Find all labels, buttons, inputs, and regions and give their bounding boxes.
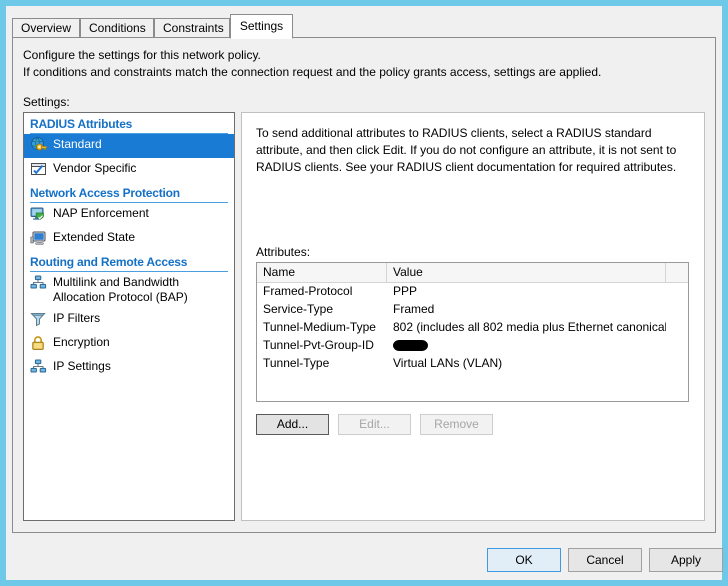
table-row[interactable]: Tunnel-Type Virtual LANs (VLAN): [257, 355, 688, 373]
tab-overview[interactable]: Overview: [12, 18, 80, 38]
tab-overview-label: Overview: [21, 21, 72, 35]
column-header-extra[interactable]: [666, 263, 688, 282]
tree-item-multilink-bap[interactable]: Multilink and Bandwidth Allocation Proto…: [24, 272, 234, 308]
padlock-icon: [30, 335, 50, 351]
tab-constraints-label: Constraints: [163, 21, 224, 35]
table-header-row: Name Value: [257, 263, 688, 283]
attributes-label-text: Attributes:: [256, 245, 311, 259]
tree-item-nap-enforcement[interactable]: NAP Enforcement: [24, 203, 234, 227]
network-nodes-icon: [30, 359, 50, 375]
cell-name: Service-Type: [263, 302, 334, 316]
remove-button-label: Remove: [434, 417, 479, 431]
tree-item-extended-state[interactable]: Extended State: [24, 227, 234, 251]
tree-group-label: Network Access Protection: [30, 186, 180, 200]
tree-item-label: Vendor Specific: [53, 161, 137, 175]
settings-tree[interactable]: RADIUS Attributes Standard Vendor Specif…: [23, 112, 235, 521]
cell-value: Framed: [393, 302, 435, 316]
edit-button-label: Edit...: [359, 417, 390, 431]
cell-value: 802 (includes all 802 media plus Etherne…: [393, 320, 666, 334]
tree-item-label: Multilink and Bandwidth Allocation Proto…: [53, 275, 188, 304]
table-row[interactable]: Tunnel-Pvt-Group-ID: [257, 337, 688, 355]
funnel-icon: [30, 311, 50, 327]
tree-item-ip-settings[interactable]: IP Settings: [24, 356, 234, 380]
panel-description: To send additional attributes to RADIUS …: [256, 126, 677, 174]
cell-value-redacted: [387, 337, 666, 355]
tree-item-label: IP Settings: [53, 359, 111, 373]
tree-item-label: IP Filters: [53, 311, 101, 325]
cancel-button-label: Cancel: [586, 553, 624, 567]
tab-constraints[interactable]: Constraints: [154, 18, 230, 38]
attributes-label: Attributes:: [256, 245, 310, 259]
ok-button[interactable]: OK: [487, 548, 561, 572]
table-row[interactable]: Framed-Protocol PPP: [257, 283, 688, 301]
table-row[interactable]: Service-Type Framed: [257, 301, 688, 319]
tab-settings-label: Settings: [239, 19, 284, 33]
tree-group-label: RADIUS Attributes: [30, 117, 133, 131]
tab-conditions[interactable]: Conditions: [80, 18, 154, 38]
tree-item-label: NAP Enforcement: [53, 206, 149, 220]
tree-group-radius-attributes: RADIUS Attributes: [30, 113, 228, 134]
tree-item-standard[interactable]: Standard: [24, 134, 234, 158]
cancel-button[interactable]: Cancel: [568, 548, 642, 572]
ok-button-label: OK: [515, 553, 533, 567]
tree-item-label: Standard: [53, 137, 102, 151]
settings-label: Settings:: [23, 95, 70, 109]
add-button-label: Add...: [276, 417, 309, 431]
tree-item-vendor-specific[interactable]: Vendor Specific: [24, 158, 234, 182]
redaction-mark: [393, 340, 428, 351]
monitor-blue-icon: [30, 230, 50, 246]
cell-value: PPP: [393, 284, 418, 298]
tree-item-ip-filters[interactable]: IP Filters: [24, 308, 234, 332]
settings-tab-panel: Configure the settings for this network …: [12, 37, 716, 533]
column-header-name[interactable]: Name: [257, 263, 387, 282]
intro-text: Configure the settings for this network …: [23, 47, 693, 81]
table-row[interactable]: Tunnel-Medium-Type 802 (includes all 802…: [257, 319, 688, 337]
tab-conditions-label: Conditions: [89, 21, 146, 35]
tree-item-label: Extended State: [53, 230, 136, 244]
cell-name: Tunnel-Type: [263, 356, 330, 370]
monitor-shield-icon: [30, 206, 50, 222]
edit-button[interactable]: Edit...: [338, 414, 411, 435]
network-nodes-icon: [30, 275, 50, 291]
tree-group-network-access-protection: Network Access Protection: [30, 182, 228, 203]
cell-name: Framed-Protocol: [263, 284, 353, 298]
apply-button[interactable]: Apply: [649, 548, 723, 572]
tree-group-label: Routing and Remote Access: [30, 255, 188, 269]
standard-attributes-panel: To send additional attributes to RADIUS …: [241, 112, 705, 521]
column-header-value[interactable]: Value: [387, 263, 666, 282]
remove-button[interactable]: Remove: [420, 414, 493, 435]
window-check-icon: [30, 161, 50, 177]
intro-line-1: Configure the settings for this network …: [23, 48, 261, 62]
add-button[interactable]: Add...: [256, 414, 329, 435]
cell-name: Tunnel-Medium-Type: [263, 320, 376, 334]
cell-value: Virtual LANs (VLAN): [393, 356, 503, 370]
cell-name: Tunnel-Pvt-Group-ID: [263, 338, 374, 352]
globe-key-icon: [30, 137, 50, 153]
tree-item-label: Encryption: [53, 335, 110, 349]
apply-button-label: Apply: [670, 553, 702, 567]
attributes-table[interactable]: Name Value Framed-Protocol PPP Service-T…: [256, 262, 689, 402]
tree-item-encryption[interactable]: Encryption: [24, 332, 234, 356]
network-policy-properties-window: Overview Conditions Constraints Settings…: [6, 6, 723, 580]
tree-group-routing-and-remote-access: Routing and Remote Access: [30, 251, 228, 272]
intro-line-2: If conditions and constraints match the …: [23, 65, 602, 79]
tab-settings[interactable]: Settings: [230, 14, 293, 39]
tab-strip: Overview Conditions Constraints Settings: [12, 14, 716, 39]
